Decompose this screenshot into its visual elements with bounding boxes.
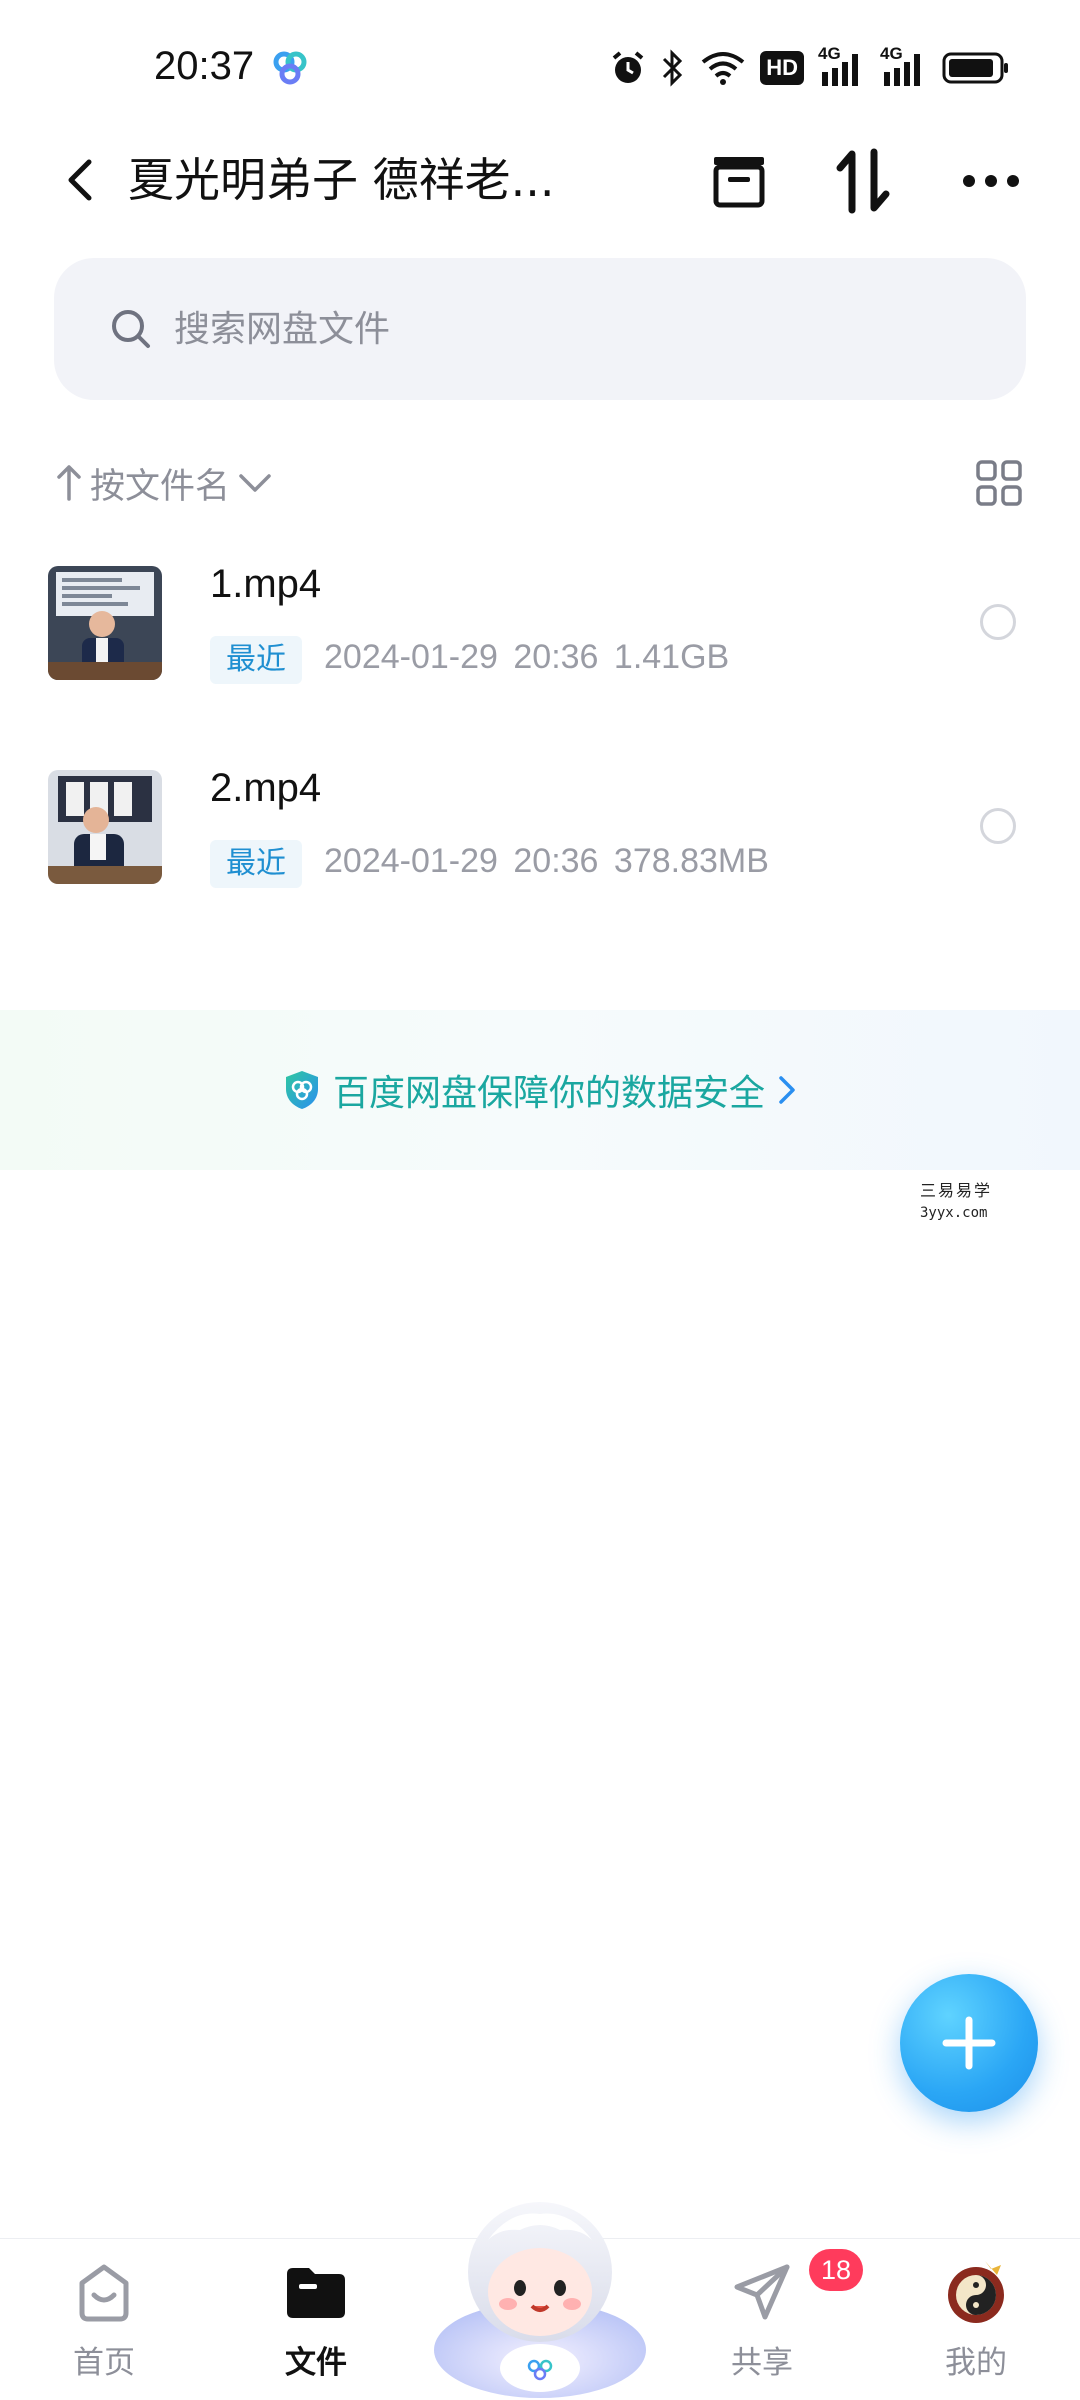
nav-item-profile[interactable]: 我的 bbox=[906, 2257, 1046, 2397]
file-date: 2024-01-29 bbox=[324, 638, 498, 676]
shield-icon bbox=[285, 1071, 318, 1109]
nav-item-home[interactable]: 首页 bbox=[34, 2257, 174, 2397]
avatar bbox=[948, 2261, 1004, 2323]
more-options-button[interactable] bbox=[956, 146, 1026, 216]
nav-label: 文件 bbox=[285, 2345, 347, 2381]
file-date: 2024-01-29 bbox=[324, 842, 498, 880]
nav-item-share[interactable]: 18 共享 bbox=[692, 2249, 863, 2397]
file-list: 1.mp4 最近 2024-01-29 20:36 1.41GB 2.mp4 最… bbox=[0, 552, 1080, 960]
chevron-down-icon bbox=[239, 474, 271, 492]
plus-icon bbox=[942, 2016, 996, 2070]
baidu-netdisk-status-icon bbox=[273, 51, 307, 85]
battery-icon bbox=[942, 52, 1008, 84]
wifi-icon bbox=[701, 52, 745, 85]
nav-label: 共享 bbox=[731, 2345, 793, 2381]
bluetooth-icon bbox=[663, 49, 683, 87]
watermark: 三易易学 3yyx.com bbox=[920, 1180, 992, 1224]
sort-row: 按文件名 bbox=[56, 450, 1026, 516]
nav-label: 首页 bbox=[73, 2345, 135, 2381]
chevron-right-icon bbox=[779, 1076, 795, 1104]
nav-label: 我的 bbox=[945, 2345, 1007, 2381]
watermark-line1: 三易易学 bbox=[920, 1181, 993, 1200]
share-count-badge: 18 bbox=[809, 2249, 863, 2291]
select-radio[interactable] bbox=[980, 604, 1016, 640]
file-time: 20:36 bbox=[513, 638, 599, 676]
grid-view-button[interactable] bbox=[972, 456, 1026, 510]
security-banner[interactable]: 百度网盘保障你的数据安全 bbox=[0, 1010, 1080, 1170]
sort-order-button[interactable] bbox=[828, 146, 898, 216]
file-name: 2.mp4 bbox=[210, 766, 322, 810]
file-size: 1.41GB bbox=[613, 638, 730, 676]
alarm-icon bbox=[612, 51, 644, 83]
sort-by-name-toggle[interactable]: 按文件名 bbox=[56, 450, 272, 516]
video-thumbnail bbox=[48, 770, 162, 884]
video-thumbnail bbox=[48, 566, 162, 680]
file-time: 20:36 bbox=[513, 842, 599, 880]
status-icons: HD 4G 4G bbox=[610, 44, 1010, 90]
search-input[interactable] bbox=[174, 308, 934, 350]
archive-button[interactable] bbox=[704, 146, 774, 216]
sort-label: 按文件名 bbox=[90, 466, 231, 507]
chevron-left-icon bbox=[68, 159, 92, 201]
file-meta: 2024-01-29 20:36 378.83MB bbox=[324, 842, 769, 881]
select-radio[interactable] bbox=[980, 808, 1016, 844]
hd-voice-icon: HD bbox=[760, 51, 804, 85]
add-button[interactable] bbox=[900, 1974, 1038, 2112]
security-text: 百度网盘保障你的数据安全 bbox=[332, 1073, 765, 1114]
search-icon bbox=[112, 310, 150, 348]
recent-badge: 最近 bbox=[210, 636, 302, 684]
signal-icon-sim1: 4G bbox=[818, 44, 866, 88]
mascot-assistant-button[interactable] bbox=[430, 2180, 650, 2400]
arrow-up-icon bbox=[57, 465, 81, 501]
grid-icon bbox=[976, 460, 1022, 506]
paper-plane-icon bbox=[734, 2264, 790, 2320]
title-bar: 夏光明弟子 德祥老... bbox=[0, 130, 1080, 230]
watermark-line2: 3yyx.com bbox=[920, 1205, 988, 1221]
file-meta: 2024-01-29 20:36 1.41GB bbox=[324, 638, 729, 677]
file-name: 1.mp4 bbox=[210, 562, 322, 606]
status-time: 20:37 bbox=[154, 44, 255, 88]
folder-icon bbox=[287, 2268, 345, 2318]
nav-item-files[interactable]: 文件 bbox=[246, 2257, 386, 2397]
back-button[interactable] bbox=[50, 150, 110, 210]
file-row[interactable]: 2.mp4 最近 2024-01-29 20:36 378.83MB bbox=[0, 756, 1080, 960]
archive-box-icon bbox=[713, 157, 765, 208]
home-face-icon bbox=[79, 2264, 129, 2322]
status-bar: 20:37 HD 4G 4G bbox=[0, 0, 1080, 130]
recent-badge: 最近 bbox=[210, 840, 302, 888]
mascot-icon bbox=[434, 2202, 646, 2398]
more-dots-icon bbox=[963, 175, 1019, 187]
file-size: 378.83MB bbox=[613, 842, 769, 880]
page-title: 夏光明弟子 德祥老... bbox=[128, 153, 555, 207]
search-box[interactable] bbox=[54, 258, 1026, 400]
file-row[interactable]: 1.mp4 最近 2024-01-29 20:36 1.41GB bbox=[0, 552, 1080, 756]
sort-arrows-icon bbox=[836, 148, 890, 214]
signal-icon-sim2: 4G bbox=[880, 44, 928, 88]
